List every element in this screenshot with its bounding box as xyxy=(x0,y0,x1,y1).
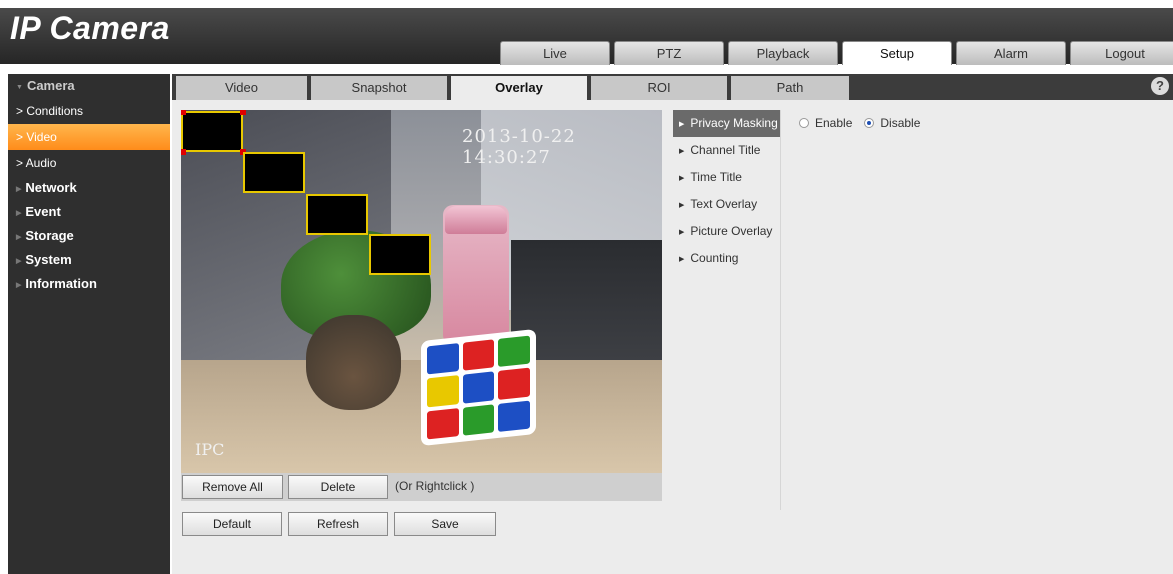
sidebar-group-system[interactable]: ▶ System xyxy=(8,248,170,272)
enable-radio[interactable] xyxy=(799,118,809,128)
top-header: IP Camera Live PTZ Playback Setup Alarm … xyxy=(0,8,1173,65)
sidebar-group-network[interactable]: ▶ Network xyxy=(8,176,170,200)
overlay-item-privacy-masking[interactable]: ▶ Privacy Masking xyxy=(673,110,780,137)
triangle-down-icon: ▼ xyxy=(16,84,23,91)
sidebar-group-label: Storage xyxy=(25,228,74,243)
sidebar-group-label: Information xyxy=(25,276,97,291)
disable-radio[interactable] xyxy=(864,118,875,128)
privacy-mask[interactable] xyxy=(181,111,243,152)
nav-tab-logout[interactable]: Logout xyxy=(1070,41,1173,65)
overlay-item-time-title[interactable]: ▶ Time Title xyxy=(673,164,780,191)
main-content: 2013-10-22 14:30:27 IPC Remove All Delet… xyxy=(172,100,1173,574)
overlay-item-label: Counting xyxy=(690,251,739,265)
sidebar-group-label: System xyxy=(25,252,72,267)
nav-tab-setup[interactable]: Setup xyxy=(842,41,952,65)
nav-tab-alarm[interactable]: Alarm xyxy=(956,41,1066,65)
video-channel-name: IPC xyxy=(195,440,225,459)
triangle-right-icon: ▶ xyxy=(16,258,22,265)
privacy-mask[interactable] xyxy=(243,152,305,193)
overlay-item-text-overlay[interactable]: ▶ Text Overlay xyxy=(673,191,780,218)
sidebar-group-storage[interactable]: ▶ Storage xyxy=(8,224,170,248)
mask-toolbar: Remove All Delete (Or Rightclick ) xyxy=(181,473,662,501)
scene-cup-lid xyxy=(445,206,507,234)
sidebar-group-label: Camera xyxy=(26,78,75,93)
enable-label: Enable xyxy=(815,116,853,130)
privacy-mask[interactable] xyxy=(369,234,431,275)
overlay-item-label: Privacy Masking xyxy=(690,116,778,130)
resize-handle[interactable] xyxy=(240,110,246,115)
overlay-item-label: Picture Overlay xyxy=(690,224,773,238)
video-preview[interactable]: 2013-10-22 14:30:27 IPC xyxy=(181,110,662,473)
overlay-item-picture-overlay[interactable]: ▶ Picture Overlay xyxy=(673,218,780,245)
tab-snapshot[interactable]: Snapshot xyxy=(311,76,447,100)
sidebar-group-camera[interactable]: ▼ Camera xyxy=(8,74,170,98)
sidebar-group-information[interactable]: ▶ Information xyxy=(8,272,170,296)
nav-tab-live[interactable]: Live xyxy=(500,41,610,65)
nav-tab-playback[interactable]: Playback xyxy=(728,41,838,65)
triangle-right-icon: ▶ xyxy=(16,186,22,193)
triangle-right-icon: ▶ xyxy=(679,121,685,128)
scene-rubiks-cube xyxy=(421,328,536,447)
tab-video[interactable]: Video xyxy=(176,76,307,100)
triangle-right-icon: ▶ xyxy=(679,148,685,155)
tab-roi[interactable]: ROI xyxy=(591,76,727,100)
remove-all-button[interactable]: Remove All xyxy=(182,475,283,499)
sidebar-item-conditions[interactable]: > Conditions xyxy=(8,98,170,124)
privacy-mask-toggle: Enable Disable xyxy=(799,116,920,130)
sidebar-item-audio[interactable]: > Audio xyxy=(8,150,170,176)
tab-path[interactable]: Path xyxy=(731,76,849,100)
resize-handle[interactable] xyxy=(181,110,186,115)
overlay-item-label: Channel Title xyxy=(690,143,761,157)
tab-overlay[interactable]: Overlay xyxy=(451,76,587,100)
main-nav: Live PTZ Playback Setup Alarm Logout xyxy=(500,41,1173,65)
delete-button[interactable]: Delete xyxy=(288,475,388,499)
resize-handle[interactable] xyxy=(181,149,186,155)
default-button[interactable]: Default xyxy=(182,512,282,536)
triangle-right-icon: ▶ xyxy=(16,210,22,217)
overlay-item-counting[interactable]: ▶ Counting xyxy=(673,245,780,272)
sidebar-group-event[interactable]: ▶ Event xyxy=(8,200,170,224)
overlay-item-channel-title[interactable]: ▶ Channel Title xyxy=(673,137,780,164)
triangle-right-icon: ▶ xyxy=(679,202,685,209)
help-icon[interactable]: ? xyxy=(1151,77,1169,95)
overlay-item-label: Time Title xyxy=(690,170,742,184)
refresh-button[interactable]: Refresh xyxy=(288,512,388,536)
sidebar-group-label: Network xyxy=(25,180,77,195)
triangle-right-icon: ▶ xyxy=(679,229,685,236)
scene-pot xyxy=(306,315,401,410)
video-timestamp: 2013-10-22 14:30:27 xyxy=(462,126,576,168)
sub-tab-bar: Video Snapshot Overlay ROI Path ? xyxy=(172,74,1173,100)
overlay-item-label: Text Overlay xyxy=(690,197,758,211)
app-logo: IP Camera xyxy=(10,10,170,46)
nav-tab-ptz[interactable]: PTZ xyxy=(614,41,724,65)
sidebar-group-label: Event xyxy=(25,204,61,219)
sidebar: ▼ Camera > Conditions > Video > Audio ▶ Ne… xyxy=(8,74,170,574)
disable-label: Disable xyxy=(880,116,921,130)
triangle-right-icon: ▶ xyxy=(16,234,22,241)
triangle-right-icon: ▶ xyxy=(679,175,685,182)
save-button[interactable]: Save xyxy=(394,512,496,536)
triangle-right-icon: ▶ xyxy=(679,256,685,263)
privacy-mask[interactable] xyxy=(306,194,368,235)
rightclick-hint: (Or Rightclick ) xyxy=(395,479,475,493)
sidebar-item-video[interactable]: > Video xyxy=(8,124,170,150)
triangle-right-icon: ▶ xyxy=(16,282,22,289)
overlay-menu: ▶ Privacy Masking ▶ Channel Title ▶ Time Ti… xyxy=(673,110,781,510)
